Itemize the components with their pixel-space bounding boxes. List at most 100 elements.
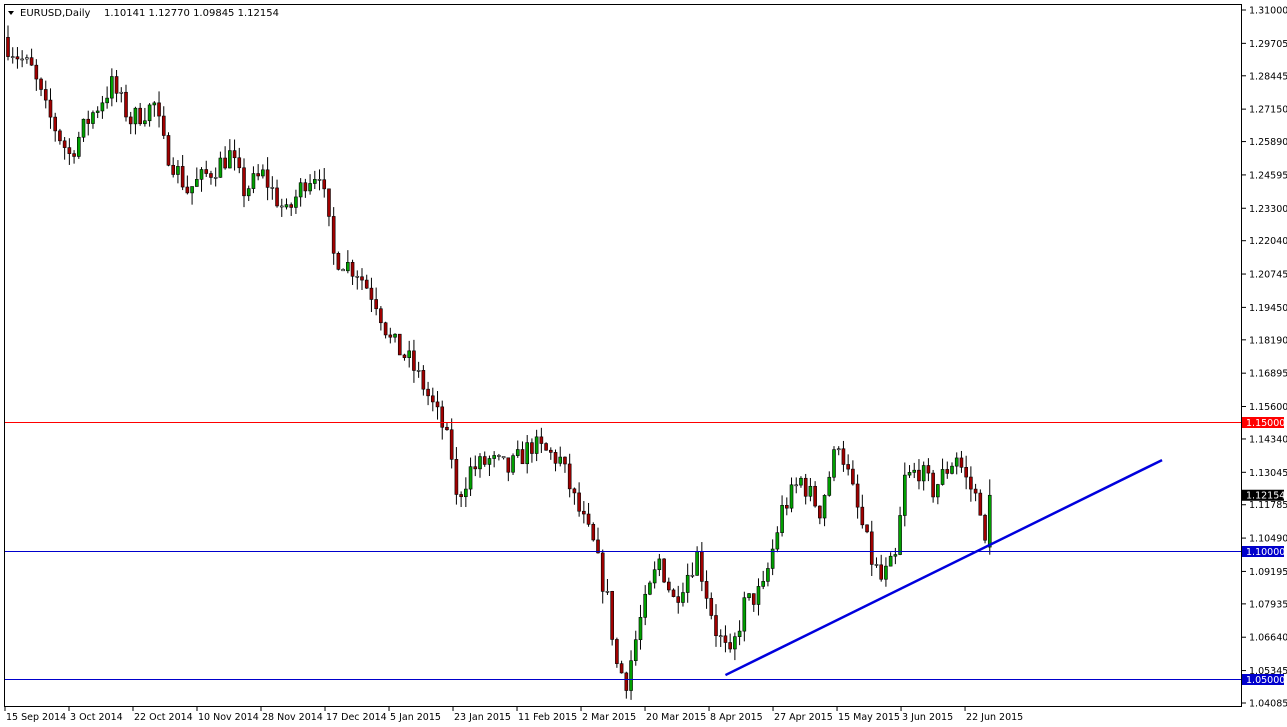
candle-body bbox=[521, 449, 524, 463]
candle-body bbox=[658, 559, 661, 570]
candle-body bbox=[497, 455, 500, 456]
candle-body bbox=[748, 594, 751, 598]
candle-body bbox=[49, 100, 52, 117]
candle-body bbox=[630, 661, 633, 691]
candle bbox=[672, 588, 675, 597]
time-tick-label: 22 Oct 2014 bbox=[134, 712, 193, 723]
candle-body bbox=[285, 205, 288, 207]
candle-body bbox=[913, 470, 916, 472]
price-chart[interactable]: 1.150001.100001.050001.12154 1.310001.29… bbox=[0, 0, 1287, 727]
candle-body bbox=[639, 617, 642, 639]
candle bbox=[167, 132, 170, 166]
candle bbox=[611, 591, 614, 646]
candle-body bbox=[984, 515, 987, 540]
candle-body bbox=[252, 174, 255, 189]
candle-body bbox=[545, 444, 548, 451]
candle-body bbox=[483, 457, 486, 465]
price-tick-label: 1.10490 bbox=[1249, 534, 1287, 545]
price-tick-label: 1.07935 bbox=[1249, 599, 1287, 610]
candle-body bbox=[615, 639, 618, 663]
candle-body bbox=[847, 464, 850, 469]
candle-body bbox=[96, 111, 99, 113]
candle-body bbox=[573, 489, 576, 493]
candle bbox=[512, 453, 515, 475]
candle-body bbox=[644, 594, 647, 617]
price-tick-label: 1.11785 bbox=[1249, 500, 1287, 511]
time-tick-label: 17 Dec 2014 bbox=[326, 712, 387, 723]
candle bbox=[592, 522, 595, 541]
candle-body bbox=[384, 323, 387, 335]
candle-body bbox=[417, 370, 420, 371]
candle-body bbox=[375, 299, 378, 308]
candle-body bbox=[559, 457, 562, 463]
candle-body bbox=[790, 485, 793, 508]
candle-body bbox=[436, 402, 439, 407]
candle-body bbox=[837, 449, 840, 450]
candle-body bbox=[346, 262, 349, 270]
candle-body bbox=[422, 370, 425, 389]
candle-body bbox=[148, 105, 151, 121]
candle-body bbox=[776, 533, 779, 549]
candle bbox=[545, 442, 548, 451]
candle-body bbox=[398, 334, 401, 355]
candle-body bbox=[540, 437, 543, 444]
candle-body bbox=[450, 430, 453, 460]
candle-body bbox=[474, 467, 477, 469]
candle-body bbox=[44, 89, 47, 100]
candle bbox=[866, 524, 869, 533]
time-tick-label: 27 Apr 2015 bbox=[774, 712, 833, 723]
candle-body bbox=[266, 170, 269, 188]
candle-body bbox=[299, 183, 302, 197]
candle-body bbox=[705, 581, 708, 598]
price-marker-label: 1.10000 bbox=[1246, 547, 1285, 558]
candle-body bbox=[880, 565, 883, 579]
ohlc-readout: 1.10141 1.12770 1.09845 1.12154 bbox=[104, 8, 279, 19]
candle-body bbox=[427, 389, 430, 396]
candle-body bbox=[219, 158, 222, 177]
candle bbox=[615, 638, 618, 668]
price-tick-label: 1.20745 bbox=[1249, 270, 1287, 281]
candle-body bbox=[625, 673, 628, 691]
candle-body bbox=[653, 570, 656, 583]
candle-body bbox=[818, 506, 821, 518]
candle-body bbox=[294, 197, 297, 207]
candle-body bbox=[733, 637, 736, 649]
candle-body bbox=[361, 277, 364, 280]
candle-body bbox=[530, 443, 533, 454]
candle-body bbox=[724, 636, 727, 643]
price-tick-label: 1.15600 bbox=[1249, 402, 1287, 413]
candle-body bbox=[884, 566, 887, 579]
time-tick-label: 3 Oct 2014 bbox=[70, 712, 123, 723]
price-tick-label: 1.28445 bbox=[1249, 71, 1287, 82]
candle-body bbox=[677, 597, 680, 603]
candle-body bbox=[158, 103, 161, 116]
candle bbox=[663, 558, 666, 583]
candle-body bbox=[488, 459, 491, 465]
time-tick-label: 10 Nov 2014 bbox=[198, 712, 259, 723]
candle-body bbox=[403, 355, 406, 358]
price-tick-label: 1.14340 bbox=[1249, 434, 1287, 445]
time-tick-label: 5 Jan 2015 bbox=[390, 712, 441, 723]
price-tick-label: 1.25890 bbox=[1249, 137, 1287, 148]
candle-body bbox=[903, 475, 906, 515]
candle-body bbox=[870, 532, 873, 565]
candle-body bbox=[106, 98, 109, 103]
candle-body bbox=[271, 187, 274, 188]
candle-body bbox=[526, 443, 529, 464]
candle-body bbox=[7, 37, 10, 56]
candle-body bbox=[389, 335, 392, 337]
price-tick-label: 1.24595 bbox=[1249, 170, 1287, 181]
candle-body bbox=[63, 141, 66, 148]
candle-body bbox=[379, 309, 382, 323]
candle-body bbox=[752, 594, 755, 605]
candle-body bbox=[243, 168, 246, 196]
price-tick-label: 1.06640 bbox=[1249, 633, 1287, 644]
candle-body bbox=[16, 57, 19, 59]
candle-body bbox=[153, 103, 156, 105]
candle-body bbox=[247, 189, 250, 196]
candle-body bbox=[110, 77, 113, 99]
candle-body bbox=[115, 77, 118, 94]
candle-body bbox=[941, 469, 944, 484]
candle-body bbox=[578, 493, 581, 511]
candle-body bbox=[493, 455, 496, 458]
